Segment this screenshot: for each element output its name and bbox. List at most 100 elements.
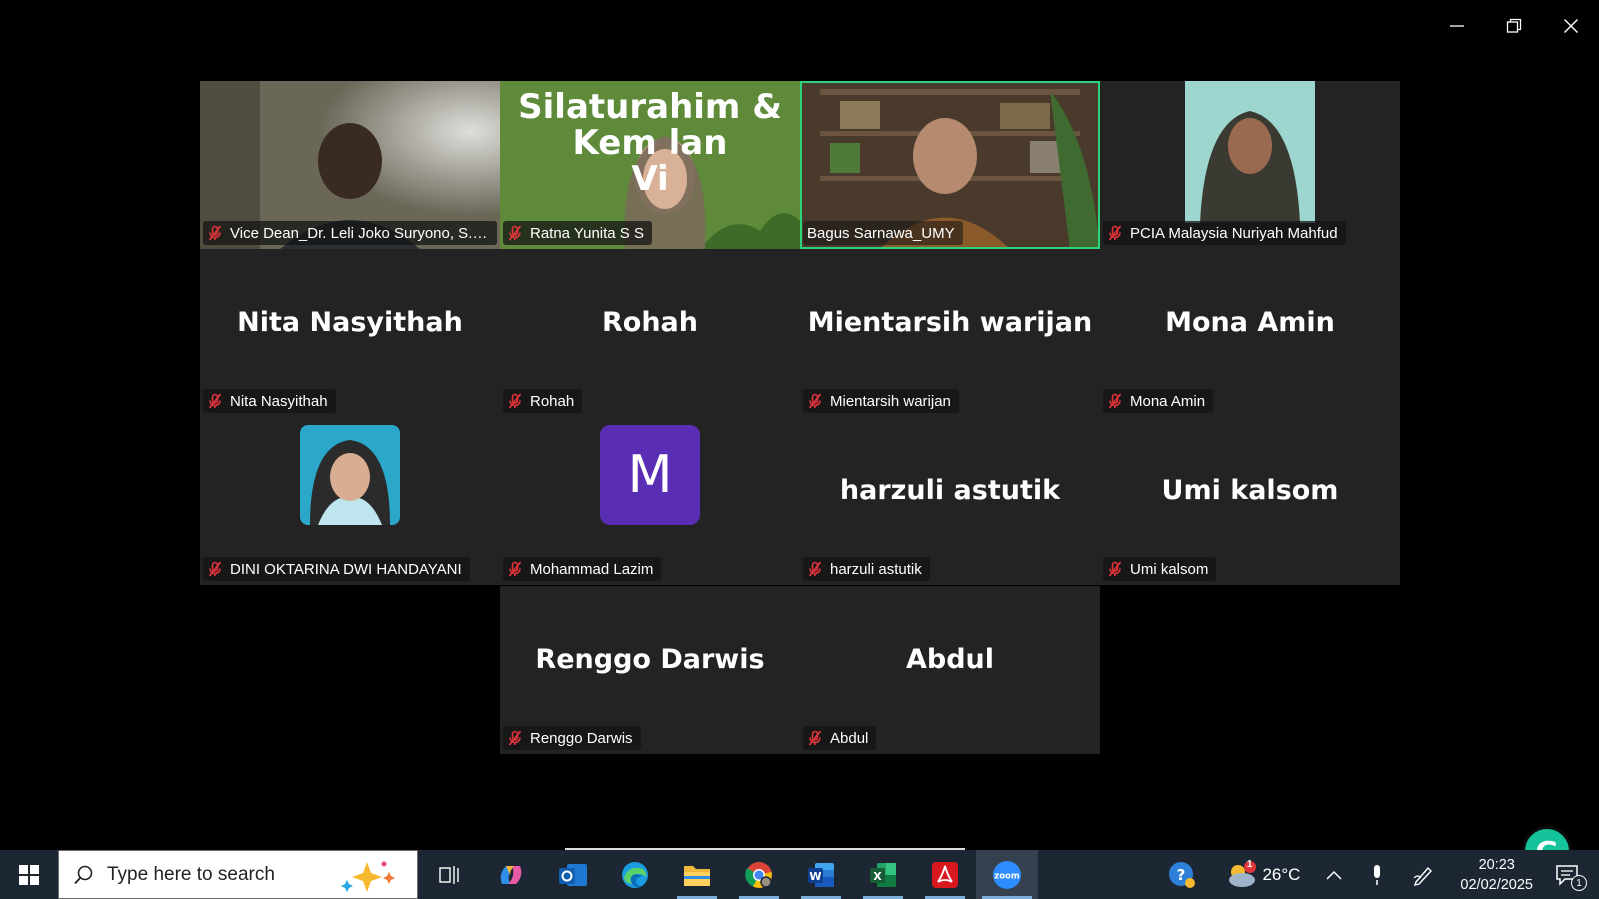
participant-display-name: Mona Amin	[1165, 307, 1335, 338]
mic-muted-icon	[507, 730, 523, 746]
minimize-icon	[1449, 25, 1464, 27]
task-view-button[interactable]	[418, 850, 480, 899]
participant-video	[1185, 81, 1315, 223]
participant-name-label: Mientarsih warijan	[803, 389, 959, 413]
mic-muted-icon	[507, 561, 523, 577]
chrome-icon	[745, 861, 772, 888]
participant-name-label: Abdul	[803, 726, 877, 750]
excel-icon: X	[870, 862, 896, 887]
participant-tile[interactable]: Mientarsih warijan Mientarsih warijan	[800, 249, 1100, 417]
participant-display-name: Umi kalsom	[1161, 475, 1339, 506]
windows-taskbar: Type here to search W X zoom ? 1 26°C 20…	[0, 850, 1599, 899]
participant-tile[interactable]: Umi kalsom Umi kalsom	[1100, 417, 1400, 585]
task-view-icon	[439, 865, 459, 884]
restore-button[interactable]	[1485, 0, 1542, 52]
word-icon: W	[808, 862, 834, 887]
svg-text:X: X	[873, 870, 882, 883]
participant-name-label: harzuli astutik	[803, 557, 930, 581]
copilot-sparkle-icon	[341, 861, 395, 892]
windows-logo-icon	[19, 864, 39, 885]
weather-alert-badge: 1	[1246, 859, 1253, 870]
participant-tile[interactable]: Silaturahim & Kem lan Vi Ratna Yunita S …	[500, 81, 800, 249]
microphone-tray-button[interactable]	[1356, 850, 1398, 899]
participant-tile[interactable]: Vice Dean_Dr. Leli Joko Suryono, S.H....	[200, 81, 500, 249]
notification-center-button[interactable]: 1	[1545, 850, 1599, 899]
participant-tile[interactable]: Abdul Abdul	[800, 586, 1100, 754]
system-tray: ? 1 26°C 20:23 02/02/2025 1	[1151, 850, 1599, 899]
folder-icon	[684, 865, 710, 886]
acrobat-app-button[interactable]	[914, 850, 976, 899]
participant-name-label: DINI OKTARINA DWI HANDAYANI	[203, 557, 470, 581]
search-placeholder: Type here to search	[107, 863, 275, 885]
help-tray-button[interactable]: ?	[1151, 850, 1213, 899]
mic-muted-icon	[507, 393, 523, 409]
participant-tile[interactable]: Rohah Rohah	[500, 249, 800, 417]
outlook-icon	[559, 863, 587, 886]
outlook-app-button[interactable]	[542, 850, 604, 899]
virtual-background-text: Silaturahim & Kem lan Vi	[518, 87, 782, 199]
participant-name-label: Renggo Darwis	[503, 726, 641, 750]
participant-display-name: harzuli astutik	[839, 475, 1061, 506]
clock-date: 02/02/2025	[1460, 876, 1533, 893]
zoom-icon: zoom	[993, 860, 1021, 889]
start-button[interactable]	[0, 850, 58, 899]
show-hidden-icons-button[interactable]	[1312, 850, 1356, 899]
mic-muted-icon	[807, 730, 823, 746]
search-icon	[74, 865, 93, 884]
mic-muted-icon	[1107, 393, 1123, 409]
participant-tile[interactable]: harzuli astutik harzuli astutik	[800, 417, 1100, 585]
participant-name-label: Umi kalsom	[1103, 557, 1217, 581]
participant-tile[interactable]: PCIA Malaysia Nuriyah Mahfud	[1100, 81, 1400, 249]
minimize-button[interactable]	[1428, 0, 1485, 52]
edge-icon	[622, 861, 648, 888]
close-icon	[1563, 19, 1578, 33]
participant-tile[interactable]: Renggo Darwis Renggo Darwis	[500, 586, 800, 754]
pen-icon	[1413, 866, 1433, 886]
mic-muted-icon	[207, 393, 223, 409]
participant-tile[interactable]: M Mohammad Lazim	[500, 417, 800, 585]
avatar-photo	[300, 425, 400, 525]
clock[interactable]: 20:23 02/02/2025	[1448, 850, 1545, 899]
svg-text:W: W	[809, 870, 821, 883]
participant-tile[interactable]: DINI OKTARINA DWI HANDAYANI	[200, 417, 500, 585]
participant-tile[interactable]: Mona Amin Mona Amin	[1100, 249, 1400, 417]
participant-name-label: Rohah	[503, 389, 583, 413]
video-gallery: Vice Dean_Dr. Leli Joko Suryono, S.H....…	[200, 81, 1400, 756]
excel-app-button[interactable]: X	[852, 850, 914, 899]
svg-text:?: ?	[1177, 866, 1186, 884]
participant-name-label: Nita Nasyithah	[203, 389, 336, 413]
participant-tile[interactable]: Nita Nasyithah Nita Nasyithah	[200, 249, 500, 417]
participant-name-label: Ratna Yunita S S	[503, 221, 652, 245]
mic-muted-icon	[807, 561, 823, 577]
mic-muted-icon	[1107, 561, 1123, 577]
chevron-up-icon	[1326, 870, 1342, 880]
file-explorer-app-button[interactable]	[666, 850, 728, 899]
participant-avatar	[300, 425, 400, 525]
weather-cloud-icon	[1228, 860, 1256, 887]
participant-avatar: M	[600, 425, 700, 525]
participant-name-label: Mona Amin	[1103, 389, 1214, 413]
participant-name-label: PCIA Malaysia Nuriyah Mahfud	[1103, 221, 1346, 245]
participant-name-label: Vice Dean_Dr. Leli Joko Suryono, S.H....	[203, 221, 497, 245]
microphone-icon	[1374, 864, 1381, 885]
restore-icon	[1506, 18, 1521, 33]
clock-time: 20:23	[1478, 856, 1515, 873]
participant-name-label: Bagus Sarnawa_UMY	[803, 221, 963, 245]
weather-temperature: 26°C	[1262, 864, 1301, 884]
zoom-app-button[interactable]: zoom	[976, 850, 1038, 899]
pen-tray-button[interactable]	[1398, 850, 1448, 899]
weather-widget[interactable]: 1 26°C	[1213, 850, 1313, 899]
word-app-button[interactable]: W	[790, 850, 852, 899]
window-controls	[1428, 0, 1599, 52]
edge-app-button[interactable]	[604, 850, 666, 899]
mic-muted-icon	[207, 225, 223, 241]
copilot-app-button[interactable]	[480, 850, 542, 899]
close-button[interactable]	[1542, 0, 1599, 52]
mic-muted-icon	[507, 225, 523, 241]
mic-muted-icon	[207, 561, 223, 577]
chrome-app-button[interactable]	[728, 850, 790, 899]
participant-tile-active-speaker[interactable]: Bagus Sarnawa_UMY	[800, 81, 1100, 249]
participant-display-name: Renggo Darwis	[535, 644, 765, 675]
copilot-icon	[500, 865, 522, 884]
taskbar-search-box[interactable]: Type here to search	[58, 850, 418, 899]
